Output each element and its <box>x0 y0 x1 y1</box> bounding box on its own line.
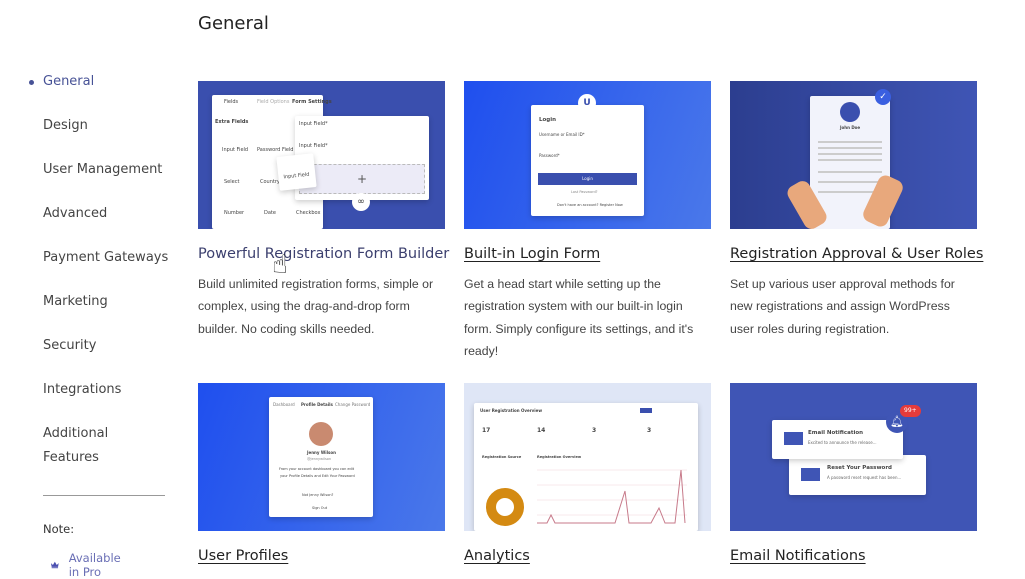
sidebar-item-additional-features-line2[interactable]: Features <box>43 446 99 470</box>
form-builder-illustration[interactable]: Fields Field Options Form Settings Extra… <box>198 81 445 229</box>
sidebar-item-security[interactable]: Security <box>43 334 96 358</box>
sidebar-item-marketing[interactable]: Marketing <box>43 290 108 314</box>
feature-card-analytics: User Registration Overview 17 14 3 3 Reg… <box>464 383 711 566</box>
feature-card-user-profiles: Dashboard Profile Details Change Passwor… <box>198 383 445 566</box>
sidebar-item-general[interactable]: General <box>43 70 94 94</box>
crown-icon <box>51 561 59 569</box>
note-label: Note: <box>43 522 75 536</box>
active-indicator <box>29 80 34 85</box>
sidebar-item-integrations[interactable]: Integrations <box>43 378 121 402</box>
card-description: Build unlimited registration forms, simp… <box>198 277 434 336</box>
logo-icon: U <box>578 94 596 112</box>
avatar <box>309 422 333 446</box>
feature-card-approval: John Doe ✓ Registration Approval & User … <box>730 81 983 340</box>
email-notifications-illustration[interactable]: Email Notification Excited to announce t… <box>730 383 977 531</box>
sidebar-item-advanced[interactable]: Advanced <box>43 202 107 226</box>
feature-card-email-notifications: Email Notification Excited to announce t… <box>730 383 977 566</box>
analytics-illustration[interactable]: User Registration Overview 17 14 3 3 Reg… <box>464 383 711 531</box>
infinity-icon: ∞ <box>352 193 370 211</box>
card-title-link[interactable]: User Profiles <box>198 546 445 566</box>
sidebar-item-user-management[interactable]: User Management <box>43 158 162 182</box>
page-title: General <box>198 13 269 34</box>
donut-chart <box>486 488 524 526</box>
card-title-link[interactable]: Email Notifications <box>730 546 977 566</box>
envelope-icon <box>801 468 820 481</box>
sidebar-item-additional-features[interactable]: Additional <box>43 422 108 446</box>
card-description: Set up various user approval methods for… <box>730 277 955 336</box>
card-title-link[interactable]: Powerful Registration Form Builder <box>198 244 449 264</box>
feature-card-form-builder: Fields Field Options Form Settings Extra… <box>198 81 449 340</box>
divider <box>43 495 165 496</box>
sidebar-item-design[interactable]: Design <box>43 114 88 138</box>
approval-illustration[interactable]: John Doe ✓ <box>730 81 977 229</box>
hand-pointer-cursor-icon: ☝ <box>272 250 288 280</box>
login-form-illustration[interactable]: Login Username or Email ID* Password* Lo… <box>464 81 711 229</box>
sidebar-item-payment-gateways[interactable]: Payment Gateways <box>43 246 168 270</box>
card-title-link[interactable]: Analytics <box>464 546 711 566</box>
envelope-icon <box>784 432 803 445</box>
line-chart <box>537 469 687 524</box>
check-icon: ✓ <box>875 89 891 105</box>
card-title-link[interactable]: Registration Approval & User Roles <box>730 244 983 264</box>
user-profiles-illustration[interactable]: Dashboard Profile Details Change Passwor… <box>198 383 445 531</box>
feature-card-login-form: Login Username or Email ID* Password* Lo… <box>464 81 711 363</box>
card-description: Get a head start while setting up the re… <box>464 277 694 359</box>
card-title-link[interactable]: Built-in Login Form <box>464 244 711 264</box>
notification-badge: 99+ <box>900 405 921 417</box>
